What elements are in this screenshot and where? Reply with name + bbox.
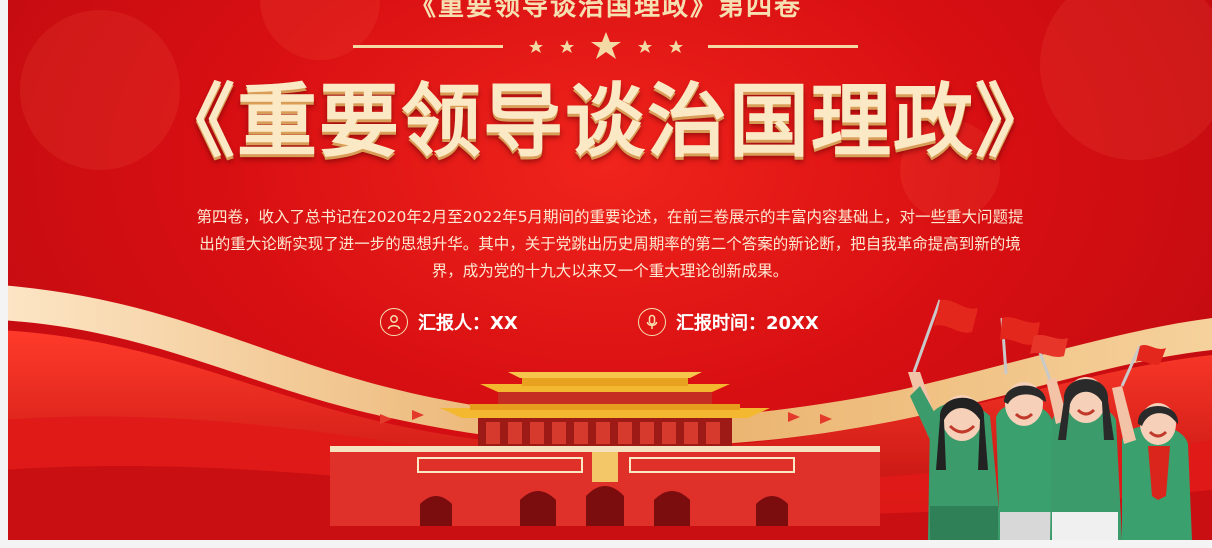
star-icon	[669, 40, 683, 53]
frame-edge	[0, 540, 1212, 548]
decorative-line-left	[353, 45, 503, 48]
stars-ornament	[529, 32, 683, 59]
star-icon	[529, 40, 543, 53]
report-time-info: 汇报时间：20XX	[638, 307, 819, 337]
main-title: 《重要领导谈治国理政》	[155, 75, 1057, 168]
frame-edge	[0, 0, 8, 548]
microphone-icon	[638, 308, 666, 336]
series-subtitle: 《重要领导谈治国理政》第四卷	[409, 0, 802, 22]
reporter-info: 汇报人：XX	[380, 307, 518, 337]
star-icon	[638, 40, 652, 53]
reporter-label: 汇报人：XX	[418, 313, 518, 334]
report-time-label: 汇报时间：20XX	[676, 313, 819, 334]
star-icon	[560, 40, 574, 53]
slide-canvas: 《重要领导谈治国理政》第四卷 《重要领导谈治国理政》 第四卷，收入了总书记在20…	[0, 0, 1212, 548]
star-icon	[591, 32, 621, 59]
person-icon	[380, 308, 408, 336]
description-text: 第四卷，收入了总书记在2020年2月至2022年5月期间的重要论述，在前三卷展示…	[196, 208, 1024, 280]
decorative-line-right	[708, 45, 858, 48]
